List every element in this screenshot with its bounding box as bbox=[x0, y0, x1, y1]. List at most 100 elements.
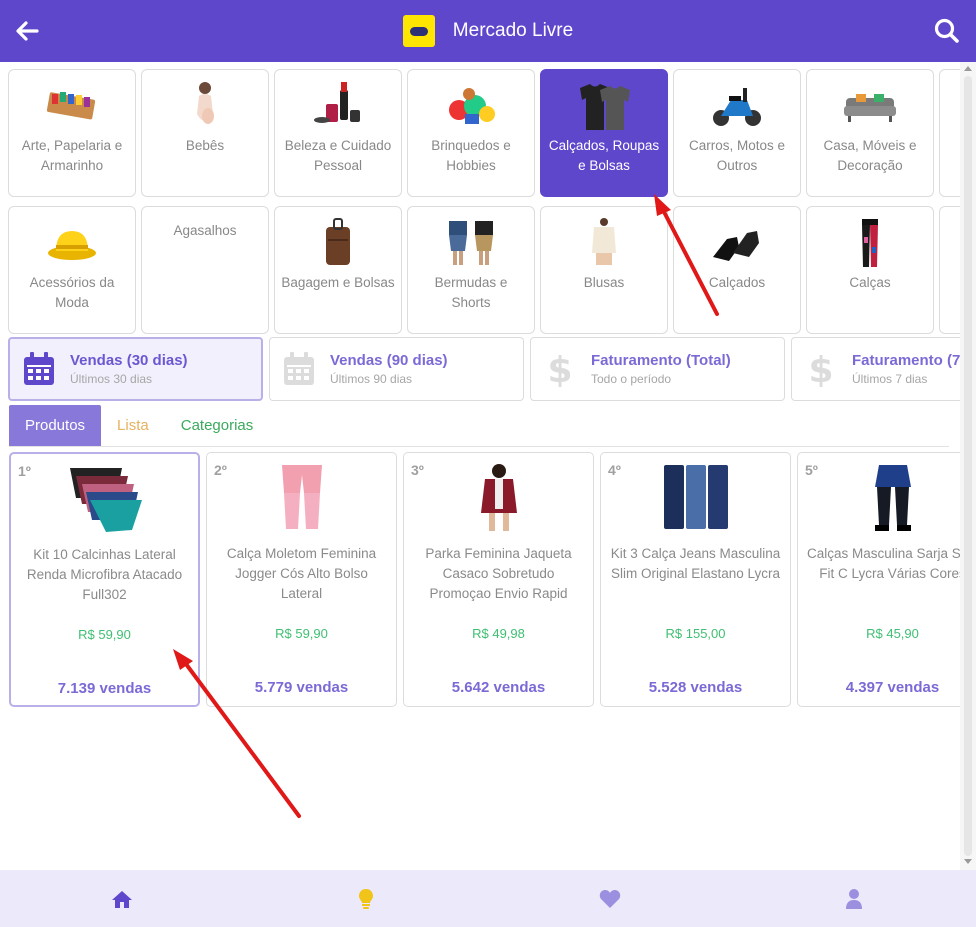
toys-image bbox=[449, 88, 495, 124]
scroll-down-arrow-icon[interactable] bbox=[964, 859, 972, 864]
category-tile-calcados-roupas[interactable]: Calçados, Roupas e Bolsas bbox=[540, 69, 668, 197]
nav-home[interactable] bbox=[0, 870, 244, 927]
svg-text:$: $ bbox=[547, 351, 572, 387]
shorts-image bbox=[449, 221, 493, 265]
tab-categorias[interactable]: Categorias bbox=[165, 405, 270, 446]
dollar-icon: $ bbox=[808, 351, 833, 387]
subcategory-tile-calcados[interactable]: Calçados bbox=[673, 206, 801, 334]
product-sales: 5.528 vendas bbox=[648, 679, 743, 696]
subcategory-tile-more[interactable] bbox=[939, 206, 960, 334]
suitcase-image bbox=[326, 218, 350, 265]
cosmetics-image bbox=[314, 82, 360, 123]
product-name: Kit 3 Calça Jeans Masculina Slim Origina… bbox=[610, 546, 781, 581]
stat-text: Faturamento (7 dias) Últimos 7 dias bbox=[852, 352, 960, 386]
main-content: Arte, Papelaria e Armarinho Bebês Beleza… bbox=[0, 62, 960, 870]
search-icon[interactable] bbox=[932, 16, 962, 46]
category-label: Arte, Papelaria e Armarinho bbox=[21, 138, 123, 173]
category-tile-carros[interactable]: Carros, Motos e Outros bbox=[673, 69, 801, 197]
shoes-image bbox=[713, 231, 759, 261]
art-supplies-image bbox=[46, 92, 96, 120]
stat-card-vendas-30[interactable]: Vendas (30 dias) Últimos 30 dias bbox=[8, 337, 263, 401]
stat-card-vendas-90[interactable]: Vendas (90 dias) Últimos 90 dias bbox=[269, 337, 524, 401]
product-rank: 3º bbox=[411, 462, 424, 478]
category-tile-brinquedos[interactable]: Brinquedos e Hobbies bbox=[407, 69, 535, 197]
product-name: Kit 10 Calcinhas Lateral Renda Microfibr… bbox=[26, 547, 183, 602]
subcategory-tile-blusas[interactable]: Blusas bbox=[540, 206, 668, 334]
product-price: R$ 59,90 bbox=[275, 626, 328, 641]
stat-subtitle: Todo o período bbox=[591, 372, 672, 386]
stat-text: Faturamento (Total) Todo o período bbox=[591, 352, 731, 386]
scrollbar-thumb[interactable] bbox=[964, 76, 972, 856]
category-tile-arte[interactable]: Arte, Papelaria e Armarinho bbox=[8, 69, 136, 197]
category-tile-more[interactable] bbox=[939, 69, 960, 197]
product-price: R$ 59,90 bbox=[78, 627, 131, 642]
scroll-up-arrow-icon[interactable] bbox=[964, 66, 972, 71]
sofa-image bbox=[844, 94, 896, 122]
home-icon bbox=[112, 890, 132, 908]
subcategory-tile-bagagem[interactable]: Bagagem e Bolsas bbox=[274, 206, 402, 334]
tab-bar: Produtos Lista Categorias bbox=[9, 405, 949, 447]
product-price: R$ 49,98 bbox=[472, 626, 525, 641]
category-row-main: Arte, Papelaria e Armarinho Bebês Beleza… bbox=[8, 69, 960, 197]
product-list: 1º Kit 10 Calcinhas Lateral Renda Microf… bbox=[9, 452, 960, 707]
stat-card-faturamento-7[interactable]: $ Faturamento (7 dias) Últimos 7 dias bbox=[791, 337, 960, 401]
stats-cards: Vendas (30 dias) Últimos 30 dias Vendas … bbox=[8, 337, 960, 401]
subcategory-tile-acessorios[interactable]: Acessórios da Moda bbox=[8, 206, 136, 334]
product-card[interactable]: 5º Calças Masculina Sarja Slim Fit C Lyc… bbox=[797, 452, 960, 707]
category-label: Calçados, Roupas e Bolsas bbox=[548, 138, 660, 173]
product-card[interactable]: 2º Calça Moletom Feminina Jogger Cós Alt… bbox=[206, 452, 397, 707]
category-tile-bebes[interactable]: Bebês bbox=[141, 69, 269, 197]
product-rank: 1º bbox=[18, 463, 31, 479]
category-label: Bebês bbox=[185, 138, 225, 153]
category-tile-beleza[interactable]: Beleza e Cuidado Pessoal bbox=[274, 69, 402, 197]
baby-image bbox=[197, 82, 214, 124]
tab-lista[interactable]: Lista bbox=[101, 405, 165, 446]
hat-image bbox=[48, 231, 96, 260]
product-image-jeans bbox=[664, 465, 728, 529]
category-label: Beleza e Cuidado Pessoal bbox=[284, 138, 392, 173]
category-label: Bermudas e Shorts bbox=[434, 275, 508, 310]
category-grid: Arte, Papelaria e Armarinho Bebês Beleza… bbox=[8, 69, 960, 343]
subcategory-tile-bermudas[interactable]: Bermudas e Shorts bbox=[407, 206, 535, 334]
arrow-left-icon[interactable] bbox=[12, 16, 42, 46]
stat-title: Vendas (30 dias) bbox=[70, 352, 188, 369]
subcategory-tile-agasalhos[interactable]: Agasalhos bbox=[141, 206, 269, 334]
category-label: Casa, Móveis e Decoração bbox=[823, 138, 917, 173]
subcategory-tile-calcas[interactable]: Calças bbox=[806, 206, 934, 334]
product-name: Calça Moletom Feminina Jogger Cós Alto B… bbox=[226, 546, 377, 601]
nav-profile[interactable] bbox=[732, 870, 976, 927]
product-price: R$ 155,00 bbox=[665, 626, 726, 641]
product-image-panties bbox=[70, 468, 142, 532]
product-card[interactable]: 3º Parka Feminina Jaqueta Casaco Sobretu… bbox=[403, 452, 594, 707]
user-icon bbox=[846, 888, 862, 909]
product-card[interactable]: 4º Kit 3 Calça Jeans Masculina Slim Orig… bbox=[600, 452, 791, 707]
category-label: Calçados bbox=[708, 275, 766, 290]
blouse-image bbox=[592, 218, 616, 265]
nav-favorites[interactable] bbox=[488, 870, 732, 927]
product-card[interactable]: 1º Kit 10 Calcinhas Lateral Renda Microf… bbox=[9, 452, 200, 707]
product-image-jogger bbox=[282, 463, 322, 529]
nav-ideas[interactable] bbox=[244, 870, 488, 927]
product-name: Parka Feminina Jaqueta Casaco Sobretudo … bbox=[425, 546, 572, 601]
stat-card-faturamento-total[interactable]: $ Faturamento (Total) Todo o período bbox=[530, 337, 785, 401]
product-sales: 4.397 vendas bbox=[845, 679, 940, 696]
category-label: Calças bbox=[849, 275, 891, 290]
stat-subtitle: Últimos 7 dias bbox=[852, 372, 928, 386]
category-label: Blusas bbox=[583, 275, 625, 290]
product-price: R$ 45,90 bbox=[866, 626, 919, 641]
vertical-scrollbar[interactable] bbox=[960, 62, 976, 870]
category-label: Agasalhos bbox=[173, 223, 237, 238]
product-sales: 7.139 vendas bbox=[57, 680, 152, 697]
motorcycle-image bbox=[713, 88, 761, 126]
page-title: Mercado Livre bbox=[452, 20, 574, 41]
app-window: Mercado Livre Arte, Papelaria e Armarinh… bbox=[0, 0, 976, 927]
tab-produtos[interactable]: Produtos bbox=[9, 405, 102, 446]
calendar-icon bbox=[24, 352, 54, 385]
dollar-icon: $ bbox=[547, 351, 572, 387]
product-image-sarja-pants bbox=[875, 465, 911, 531]
product-sales: 5.779 vendas bbox=[254, 679, 349, 696]
stat-text: Vendas (30 dias) Últimos 30 dias bbox=[70, 352, 188, 386]
category-label: Carros, Motos e Outros bbox=[688, 138, 786, 173]
category-label: Brinquedos e Hobbies bbox=[431, 138, 511, 173]
category-tile-casa[interactable]: Casa, Móveis e Decoração bbox=[806, 69, 934, 197]
